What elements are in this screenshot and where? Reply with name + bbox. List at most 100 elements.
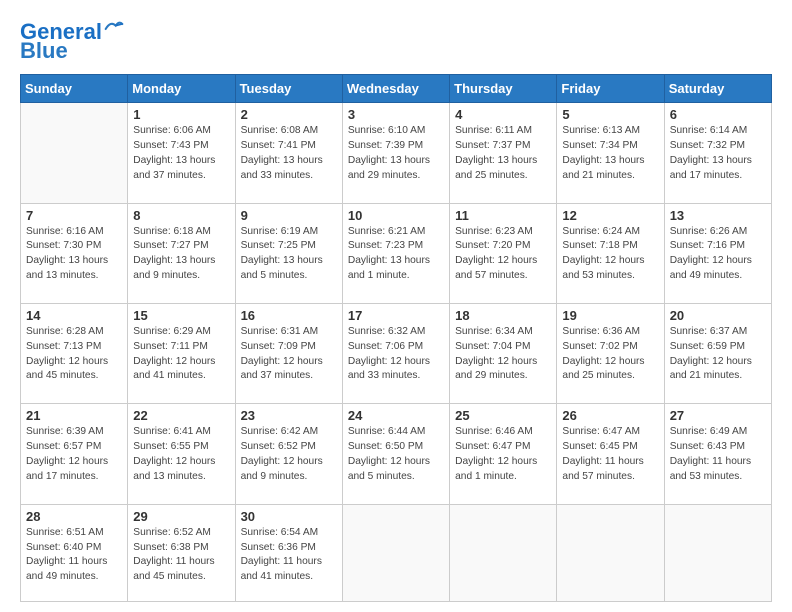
day-number: 5 — [562, 107, 658, 122]
calendar-cell: 29 Sunrise: 6:52 AM Sunset: 6:38 PM Dayli… — [128, 504, 235, 601]
logo-icon — [104, 19, 124, 39]
day-detail: Sunrise: 6:10 AM Sunset: 7:39 PM Dayligh… — [348, 124, 444, 183]
day-detail: Sunrise: 6:34 AM Sunset: 7:04 PM Dayligh… — [455, 325, 551, 384]
day-detail: Sunrise: 6:21 AM Sunset: 7:23 PM Dayligh… — [348, 225, 444, 284]
day-detail: Sunrise: 6:52 AM Sunset: 6:38 PM Dayligh… — [133, 526, 229, 585]
day-number: 17 — [348, 308, 444, 323]
day-number: 20 — [670, 308, 766, 323]
calendar-cell: 11 Sunrise: 6:23 AM Sunset: 7:20 PM Dayli… — [450, 203, 557, 303]
day-number: 2 — [241, 107, 337, 122]
dow-header-monday: Monday — [128, 75, 235, 103]
calendar-cell — [342, 504, 449, 601]
day-number: 26 — [562, 408, 658, 423]
week-row-5: 28Sunrise: 6:51 AM Sunset: 6:40 PM Dayli… — [21, 504, 772, 601]
day-detail: Sunrise: 6:37 AM Sunset: 6:59 PM Dayligh… — [670, 325, 766, 384]
calendar-cell: 16 Sunrise: 6:31 AM Sunset: 7:09 PM Dayli… — [235, 304, 342, 404]
calendar-cell: 19Sunrise: 6:36 AM Sunset: 7:02 PM Dayli… — [557, 304, 664, 404]
calendar-cell: 10 Sunrise: 6:21 AM Sunset: 7:23 PM Dayli… — [342, 203, 449, 303]
calendar-cell: 23 Sunrise: 6:42 AM Sunset: 6:52 PM Dayli… — [235, 404, 342, 504]
calendar-cell: 25 Sunrise: 6:46 AM Sunset: 6:47 PM Dayli… — [450, 404, 557, 504]
day-detail: Sunrise: 6:16 AM Sunset: 7:30 PM Dayligh… — [26, 225, 122, 284]
day-detail: Sunrise: 6:36 AM Sunset: 7:02 PM Dayligh… — [562, 325, 658, 384]
day-number: 9 — [241, 208, 337, 223]
day-number: 6 — [670, 107, 766, 122]
day-number: 12 — [562, 208, 658, 223]
day-detail: Sunrise: 6:47 AM Sunset: 6:45 PM Dayligh… — [562, 425, 658, 484]
calendar-cell — [21, 103, 128, 203]
day-number: 3 — [348, 107, 444, 122]
day-number: 8 — [133, 208, 229, 223]
calendar-cell: 1 Sunrise: 6:06 AM Sunset: 7:43 PM Daylig… — [128, 103, 235, 203]
day-detail: Sunrise: 6:39 AM Sunset: 6:57 PM Dayligh… — [26, 425, 122, 484]
calendar-cell: 18 Sunrise: 6:34 AM Sunset: 7:04 PM Dayli… — [450, 304, 557, 404]
calendar-cell: 30 Sunrise: 6:54 AM Sunset: 6:36 PM Dayli… — [235, 504, 342, 601]
day-number: 15 — [133, 308, 229, 323]
day-detail: Sunrise: 6:41 AM Sunset: 6:55 PM Dayligh… — [133, 425, 229, 484]
calendar-cell: 22Sunrise: 6:41 AM Sunset: 6:55 PM Dayli… — [128, 404, 235, 504]
day-detail: Sunrise: 6:19 AM Sunset: 7:25 PM Dayligh… — [241, 225, 337, 284]
calendar-cell: 27 Sunrise: 6:49 AM Sunset: 6:43 PM Dayli… — [664, 404, 771, 504]
day-number: 21 — [26, 408, 122, 423]
day-number: 18 — [455, 308, 551, 323]
calendar-cell — [664, 504, 771, 601]
day-detail: Sunrise: 6:14 AM Sunset: 7:32 PM Dayligh… — [670, 124, 766, 183]
day-detail: Sunrise: 6:11 AM Sunset: 7:37 PM Dayligh… — [455, 124, 551, 183]
day-number: 11 — [455, 208, 551, 223]
week-row-1: 1 Sunrise: 6:06 AM Sunset: 7:43 PM Daylig… — [21, 103, 772, 203]
dow-header-wednesday: Wednesday — [342, 75, 449, 103]
day-number: 23 — [241, 408, 337, 423]
calendar-cell: 8 Sunrise: 6:18 AM Sunset: 7:27 PM Daylig… — [128, 203, 235, 303]
logo: General Blue — [20, 20, 124, 64]
dow-header-thursday: Thursday — [450, 75, 557, 103]
calendar-cell — [557, 504, 664, 601]
day-number: 14 — [26, 308, 122, 323]
day-detail: Sunrise: 6:28 AM Sunset: 7:13 PM Dayligh… — [26, 325, 122, 384]
day-number: 24 — [348, 408, 444, 423]
day-number: 30 — [241, 509, 337, 524]
day-detail: Sunrise: 6:23 AM Sunset: 7:20 PM Dayligh… — [455, 225, 551, 284]
day-detail: Sunrise: 6:18 AM Sunset: 7:27 PM Dayligh… — [133, 225, 229, 284]
day-number: 1 — [133, 107, 229, 122]
day-number: 25 — [455, 408, 551, 423]
day-detail: Sunrise: 6:29 AM Sunset: 7:11 PM Dayligh… — [133, 325, 229, 384]
calendar-cell — [450, 504, 557, 601]
day-detail: Sunrise: 6:08 AM Sunset: 7:41 PM Dayligh… — [241, 124, 337, 183]
day-detail: Sunrise: 6:06 AM Sunset: 7:43 PM Dayligh… — [133, 124, 229, 183]
calendar-cell: 24Sunrise: 6:44 AM Sunset: 6:50 PM Dayli… — [342, 404, 449, 504]
day-number: 29 — [133, 509, 229, 524]
day-number: 28 — [26, 509, 122, 524]
day-number: 10 — [348, 208, 444, 223]
day-detail: Sunrise: 6:49 AM Sunset: 6:43 PM Dayligh… — [670, 425, 766, 484]
calendar-cell: 28Sunrise: 6:51 AM Sunset: 6:40 PM Dayli… — [21, 504, 128, 601]
calendar-cell: 4 Sunrise: 6:11 AM Sunset: 7:37 PM Daylig… — [450, 103, 557, 203]
calendar-cell: 3 Sunrise: 6:10 AM Sunset: 7:39 PM Daylig… — [342, 103, 449, 203]
calendar-cell: 5 Sunrise: 6:13 AM Sunset: 7:34 PM Daylig… — [557, 103, 664, 203]
calendar-cell: 26 Sunrise: 6:47 AM Sunset: 6:45 PM Dayli… — [557, 404, 664, 504]
day-number: 27 — [670, 408, 766, 423]
week-row-4: 21 Sunrise: 6:39 AM Sunset: 6:57 PM Dayli… — [21, 404, 772, 504]
day-number: 4 — [455, 107, 551, 122]
calendar-cell: 14 Sunrise: 6:28 AM Sunset: 7:13 PM Dayli… — [21, 304, 128, 404]
day-detail: Sunrise: 6:24 AM Sunset: 7:18 PM Dayligh… — [562, 225, 658, 284]
day-detail: Sunrise: 6:31 AM Sunset: 7:09 PM Dayligh… — [241, 325, 337, 384]
calendar-cell: 20 Sunrise: 6:37 AM Sunset: 6:59 PM Dayli… — [664, 304, 771, 404]
calendar-cell: 9 Sunrise: 6:19 AM Sunset: 7:25 PM Daylig… — [235, 203, 342, 303]
day-detail: Sunrise: 6:46 AM Sunset: 6:47 PM Dayligh… — [455, 425, 551, 484]
calendar-cell: 15 Sunrise: 6:29 AM Sunset: 7:11 PM Dayli… — [128, 304, 235, 404]
day-of-week-row: SundayMondayTuesdayWednesdayThursdayFrid… — [21, 75, 772, 103]
day-detail: Sunrise: 6:26 AM Sunset: 7:16 PM Dayligh… — [670, 225, 766, 284]
calendar-cell: 2 Sunrise: 6:08 AM Sunset: 7:41 PM Daylig… — [235, 103, 342, 203]
day-detail: Sunrise: 6:42 AM Sunset: 6:52 PM Dayligh… — [241, 425, 337, 484]
calendar-cell: 13Sunrise: 6:26 AM Sunset: 7:16 PM Dayli… — [664, 203, 771, 303]
calendar-cell: 21 Sunrise: 6:39 AM Sunset: 6:57 PM Dayli… — [21, 404, 128, 504]
dow-header-friday: Friday — [557, 75, 664, 103]
dow-header-saturday: Saturday — [664, 75, 771, 103]
day-detail: Sunrise: 6:13 AM Sunset: 7:34 PM Dayligh… — [562, 124, 658, 183]
calendar-table: SundayMondayTuesdayWednesdayThursdayFrid… — [20, 74, 772, 602]
calendar-cell: 17 Sunrise: 6:32 AM Sunset: 7:06 PM Dayli… — [342, 304, 449, 404]
day-detail: Sunrise: 6:32 AM Sunset: 7:06 PM Dayligh… — [348, 325, 444, 384]
dow-header-tuesday: Tuesday — [235, 75, 342, 103]
day-detail: Sunrise: 6:54 AM Sunset: 6:36 PM Dayligh… — [241, 526, 337, 585]
week-row-2: 7Sunrise: 6:16 AM Sunset: 7:30 PM Daylig… — [21, 203, 772, 303]
day-number: 16 — [241, 308, 337, 323]
